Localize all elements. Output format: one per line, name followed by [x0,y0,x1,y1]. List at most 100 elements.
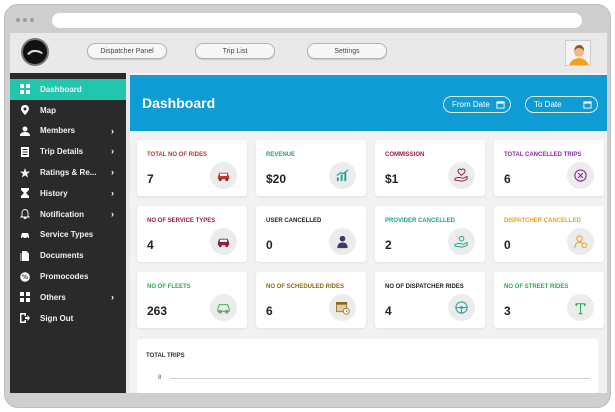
from-date-label: From Date [452,100,490,109]
chevron-right-icon: › [111,125,114,136]
stat-card-title: NO OF DISPATCHER RIDES [385,284,464,290]
document-icon [19,250,31,262]
dashboard-icon [19,83,31,95]
car-icon [210,162,237,189]
sidebar-item-notification[interactable]: Notification › [10,204,126,225]
sidebar-item-map[interactable]: Map [10,100,126,121]
stat-card[interactable]: DISPATCHER CANCELLED 0 [494,206,604,262]
from-date-picker[interactable]: From Date [443,96,511,113]
stat-card-value: 7 [147,172,154,186]
calendar-icon [496,101,505,109]
history-icon [19,187,31,199]
stat-card[interactable]: NO OF SERVICE TYPES 4 [137,206,247,262]
stat-card[interactable]: COMMISSION $1 [375,140,485,196]
stat-card[interactable]: TOTAL NO OF RIDES 7 [137,140,247,196]
stat-card-value: 263 [147,304,168,318]
car-icon [19,229,31,241]
sidebar-item-label: Service Types [40,230,94,240]
sidebar-item-label: Others [40,292,66,302]
sidebar-item-label: Notification [40,209,84,219]
sidebar-item-ratings-re[interactable]: Ratings & Re... › [10,162,126,183]
sidebar-item-history[interactable]: History › [10,183,126,204]
stat-card-value: 4 [147,238,154,252]
stat-card-value: 0 [504,238,511,252]
map-pin-icon [19,104,31,116]
address-bar[interactable] [52,13,582,28]
sidebar-item-sign-out[interactable]: Sign Out [10,308,126,329]
sidebar: Dashboard Map Members › Trip Details › Ratings… [10,73,126,393]
sidebar-item-trip-details[interactable]: Trip Details › [10,141,126,162]
chevron-right-icon: › [111,291,114,302]
to-date-label: To Date [534,100,562,109]
stat-card-title: COMMISSION [385,152,425,158]
trip-details-icon [19,146,31,158]
stat-card[interactable]: NO OF DISPATCHER RIDES 4 [375,272,485,328]
tab-settings[interactable]: Settings [307,43,387,59]
commission-hand-icon [448,162,475,189]
stat-card[interactable]: TOTAL CANCELLED TRIPS 6 [494,140,604,196]
stat-card[interactable]: NO OF FLEETS 263 [137,272,247,328]
revenue-chart-icon [329,162,356,189]
svg-text:%: % [22,274,28,281]
sidebar-item-others[interactable]: Others › [10,287,126,308]
top-bar: Dispatcher Panel Trip List Settings [10,33,607,71]
stat-card[interactable]: NO OF SCHEDULED RIDES 6 [256,272,366,328]
calendar-icon [583,101,592,109]
sidebar-item-label: Map [40,105,56,115]
stat-card-title: NO OF SERVICE TYPES [147,218,216,224]
stat-card-value: $20 [266,172,287,186]
sidebar-item-documents[interactable]: Documents [10,245,126,266]
stat-card[interactable]: NO OF STREET RIDES 3 [494,272,604,328]
stat-card[interactable]: USER CANCELLED 0 [256,206,366,262]
browser-window: Dispatcher Panel Trip List Settings Dash… [4,4,611,408]
grid-icon [19,291,31,303]
y-tick-label: 8 [158,375,162,381]
chart-gridline [170,378,590,379]
provider-hand-icon [448,228,475,255]
sidebar-item-label: Ratings & Re... [40,168,97,178]
street-lamp-icon [567,294,594,321]
stat-card-value: 6 [504,172,511,186]
sidebar-item-label: Members [40,126,76,136]
sidebar-item-dashboard[interactable]: Dashboard [10,79,126,100]
dispatcher-icon [567,228,594,255]
sidebar-item-members[interactable]: Members › [10,121,126,142]
chevron-right-icon: › [111,187,114,198]
window-dots [16,18,34,22]
app-frame: Dispatcher Panel Trip List Settings Dash… [10,33,607,393]
chevron-right-icon: › [111,146,114,157]
to-date-picker[interactable]: To Date [525,96,598,113]
sidebar-item-label: History [40,188,68,198]
stat-card[interactable]: REVENUE $20 [256,140,366,196]
cancel-circle-icon [567,162,594,189]
stat-card-title: TOTAL CANCELLED TRIPS [504,152,582,158]
car-icon [210,228,237,255]
sidebar-item-label: Promocodes [40,272,89,282]
stat-card-title: USER CANCELLED [266,218,322,224]
stat-card-title: TOTAL NO OF RIDES [147,152,208,158]
main-content: Dashboard From Date To Date TOTAL NO OF … [130,73,607,393]
stat-card-title: REVENUE [266,152,296,158]
avatar[interactable] [565,40,591,66]
stat-card-title: NO OF SCHEDULED RIDES [266,284,345,290]
calendar-clock-icon [329,294,356,321]
tab-trip-list[interactable]: Trip List [195,43,275,59]
total-trips-panel: TOTAL TRIPS 8 [137,339,598,393]
stat-card-value: 4 [385,304,392,318]
stat-card-value: 3 [504,304,511,318]
sidebar-item-label: Sign Out [40,313,74,323]
sidebar-item-label: Dashboard [40,84,82,94]
logo[interactable] [21,38,49,66]
promocode-icon: % [19,271,31,283]
sidebar-item-label: Documents [40,251,84,261]
star-icon [19,167,31,179]
stat-card-value: 0 [266,238,273,252]
sidebar-item-service-types[interactable]: Service Types [10,225,126,246]
stat-card[interactable]: PROVIDER CANCELLED 2 [375,206,485,262]
sidebar-item-promocodes[interactable]: % Promocodes [10,266,126,287]
tab-dispatcher-panel[interactable]: Dispatcher Panel [87,43,167,59]
stat-card-value: 2 [385,238,392,252]
sidebar-item-label: Trip Details [40,147,84,157]
chevron-right-icon: › [111,208,114,219]
stat-card-value: $1 [385,172,399,186]
